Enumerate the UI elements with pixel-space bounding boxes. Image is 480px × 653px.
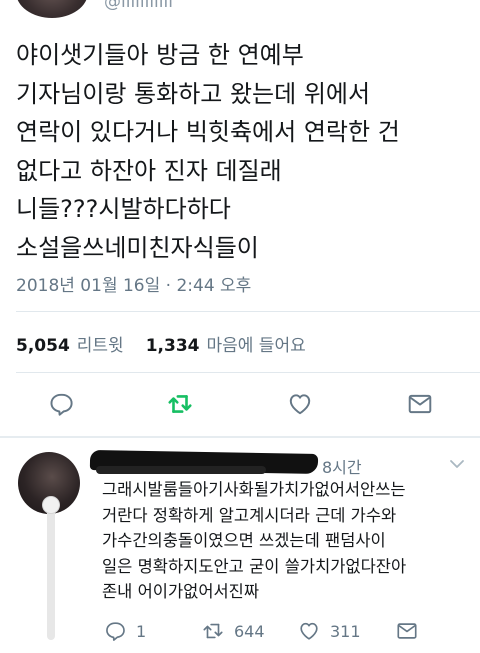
author-handle[interactable]: @lllllllllll — [104, 0, 173, 12]
redacted-username — [96, 466, 266, 474]
like-count[interactable]: 1,334 — [146, 336, 200, 356]
reply-text: 그래시발룸들아기사화될가치가없어서안쓰는 거란다 정확하게 알고계시더라 근데 … — [102, 480, 407, 602]
retweet-icon — [203, 623, 223, 639]
reply-time: 8시간 — [322, 458, 362, 477]
reply-retweet-count: 644 — [234, 621, 265, 641]
reply-button[interactable] — [47, 390, 75, 418]
retweet-label[interactable]: 리트윗 — [77, 331, 124, 356]
avatar-decoration — [47, 500, 55, 640]
reply-reply-count: 1 — [136, 621, 147, 641]
retweet-count[interactable]: 5,054 — [16, 336, 70, 356]
retweet-button[interactable] — [166, 390, 194, 418]
tweet-stats: 5,054 리트윗 1,334 마음에 들어요 — [16, 331, 328, 356]
heart-icon — [300, 622, 318, 640]
reply-icon — [106, 622, 125, 641]
divider — [16, 372, 480, 373]
tweet-text: 야이샛기들아 방금 한 연예부 기자님이랑 통화하고 왔는데 위에서 연락이 있… — [16, 41, 400, 262]
message-icon — [397, 623, 417, 639]
section-divider — [0, 436, 480, 438]
like-label[interactable]: 마음에 들어요 — [206, 331, 305, 356]
author-avatar[interactable] — [16, 0, 88, 18]
reply-like-count: 311 — [330, 621, 361, 641]
divider — [16, 311, 480, 312]
reply-reply-button[interactable]: 1 — [104, 620, 146, 642]
reply-like-button[interactable]: 311 — [298, 620, 361, 642]
retweet-icon — [168, 395, 192, 413]
like-button[interactable] — [286, 390, 314, 418]
tweet-timestamp: 2018년 01월 16일 · 2:44 오후 — [16, 276, 252, 296]
reply-retweet-button[interactable]: 644 — [202, 620, 265, 642]
reply-message-button[interactable] — [396, 620, 428, 642]
avatar-decoration — [42, 496, 60, 514]
heart-icon — [289, 394, 311, 415]
chevron-down-icon[interactable] — [449, 458, 465, 470]
reply-icon — [50, 393, 73, 416]
direct-message-button[interactable] — [406, 390, 434, 418]
message-icon — [408, 394, 432, 414]
